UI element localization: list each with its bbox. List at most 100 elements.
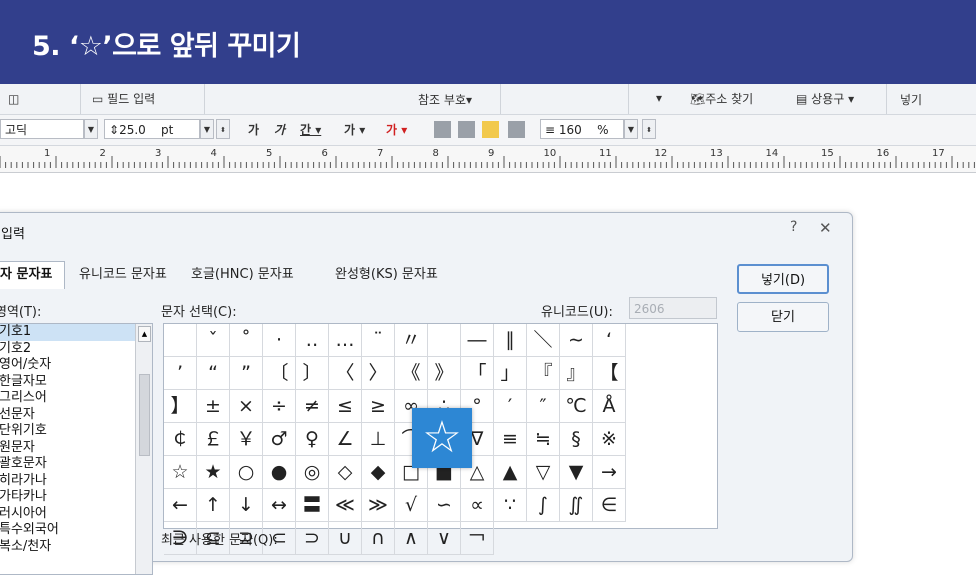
symbol-cell[interactable]: 『	[527, 357, 560, 390]
symbol-cell[interactable]: ∪	[329, 522, 362, 555]
symbol-cell[interactable]: ―	[461, 324, 494, 357]
symbol-cell[interactable]: ≪	[329, 489, 362, 522]
category-item[interactable]: 그리스어	[0, 390, 152, 407]
help-icon[interactable]: ?	[790, 219, 797, 235]
symbol-cell[interactable]: ↓	[230, 489, 263, 522]
symbol-cell[interactable]: ∈	[593, 489, 626, 522]
symbol-cell[interactable]: ­	[428, 324, 461, 357]
symbol-cell[interactable]: 」	[494, 357, 527, 390]
symbol-cell[interactable]: ′	[494, 390, 527, 423]
category-item[interactable]: 영어/숫자	[0, 357, 152, 374]
category-item[interactable]: 러시아어	[0, 506, 152, 523]
symbol-cell[interactable]: “	[197, 357, 230, 390]
tab-unicode[interactable]: 유니코드 문자표	[79, 263, 167, 282]
strike-button[interactable]: 가 ▾	[344, 121, 365, 138]
symbol-cell[interactable]: ‘	[593, 324, 626, 357]
symbol-cell[interactable]: ▽	[527, 456, 560, 489]
symbol-cell[interactable]: ≒	[527, 423, 560, 456]
symbol-cell[interactable]: ∵	[494, 489, 527, 522]
symbol-cell[interactable]: ∼	[560, 324, 593, 357]
symbol-cell[interactable]: ·	[263, 324, 296, 357]
ref-symbol-button[interactable]: 참조 부호▾	[418, 91, 472, 108]
category-item[interactable]: 특수외국어	[0, 522, 152, 539]
line-spacing-field[interactable]: ≡ 160 %	[540, 119, 624, 139]
chartable-dropdown[interactable]: ▾	[656, 91, 662, 105]
address-search-button[interactable]: 🗺주소 찾기	[690, 90, 753, 107]
symbol-cell[interactable]: ″	[527, 390, 560, 423]
symbol-cell[interactable]: ∥	[494, 324, 527, 357]
symbol-cell[interactable]: ℃	[560, 390, 593, 423]
symbol-cell[interactable]: ’	[164, 357, 197, 390]
category-item[interactable]: 히라가나	[0, 473, 152, 490]
symbol-cell[interactable]: ＼	[527, 324, 560, 357]
symbol-cell[interactable]: 〉	[362, 357, 395, 390]
symbol-cell[interactable]: ≡	[494, 423, 527, 456]
symbol-cell[interactable]: §	[560, 423, 593, 456]
category-item[interactable]: 한글자모	[0, 374, 152, 391]
close-button[interactable]: 닫기	[737, 302, 829, 332]
ribbon-icon-left[interactable]: ◫	[8, 92, 19, 106]
line-spacing-spinner[interactable]: ⬍	[642, 119, 656, 139]
category-item[interactable]: 원문자	[0, 440, 152, 457]
symbol-cell[interactable]: …	[329, 324, 362, 357]
category-item[interactable]: 기호2	[0, 341, 152, 358]
symbol-cell[interactable]: ∠	[329, 423, 362, 456]
category-list[interactable]: 기호1 기호2 영어/숫자 한글자모 그리스어 선문자 단위기호 원문자 괄호문자 히라가나 가타카…	[0, 323, 153, 575]
symbol-cell[interactable]: ●	[263, 456, 296, 489]
tab-hnc[interactable]: 호글(HNC) 문자표	[191, 263, 294, 282]
line-spacing-dropdown[interactable]: ▼	[624, 119, 638, 139]
category-item[interactable]: 단위기호	[0, 423, 152, 440]
symbol-cell[interactable]: ‥	[296, 324, 329, 357]
symbol-cell[interactable]: ∨	[428, 522, 461, 555]
scroll-up-icon[interactable]: ▲	[138, 326, 151, 342]
symbol-cell[interactable]: 〃	[395, 324, 428, 357]
unicode-field[interactable]: 2606	[629, 297, 717, 319]
align-right-icon[interactable]	[508, 121, 525, 138]
symbol-cell[interactable]: ♀	[296, 423, 329, 456]
symbol-cell[interactable]: ⊃	[296, 522, 329, 555]
symbol-cell[interactable]: ☆	[164, 456, 197, 489]
symbol-cell[interactable]: ※	[593, 423, 626, 456]
symbol-cell[interactable]: ¨	[362, 324, 395, 357]
symbol-cell[interactable]: ○	[230, 456, 263, 489]
italic-button[interactable]: 가	[274, 121, 285, 138]
symbol-cell[interactable]: ±	[197, 390, 230, 423]
insert-symbol-button[interactable]: 넣기(D)	[737, 264, 829, 294]
phrases-button[interactable]: ▤ 상용구 ▾	[796, 90, 854, 107]
category-scrollbar[interactable]: ▲	[135, 324, 152, 574]
symbol-cell[interactable]: ˚	[230, 324, 263, 357]
symbol-cell[interactable]: 〓	[296, 489, 329, 522]
symbol-cell[interactable]: ∫	[527, 489, 560, 522]
insert-button[interactable]: 넣기	[900, 91, 922, 108]
category-item[interactable]: 선문자	[0, 407, 152, 424]
symbol-cell[interactable]: 》	[428, 357, 461, 390]
symbol-cell[interactable]: →	[593, 456, 626, 489]
symbol-cell[interactable]: ↔	[263, 489, 296, 522]
symbol-cell[interactable]: ★	[197, 456, 230, 489]
symbol-cell[interactable]: 《	[395, 357, 428, 390]
font-color-button[interactable]: 가 ▾	[386, 121, 407, 138]
category-item[interactable]: 복소/천자	[0, 539, 152, 556]
symbol-cell[interactable]: ￡	[197, 423, 230, 456]
symbol-cell[interactable]: ×	[230, 390, 263, 423]
symbol-cell[interactable]: ≤	[329, 390, 362, 423]
underline-button[interactable]: 간 ▾	[300, 121, 321, 138]
tab-user-chartable[interactable]: 자 문자표	[0, 261, 65, 289]
font-name-field[interactable]: 고딕	[0, 119, 84, 139]
category-item[interactable]: 기호1	[0, 324, 152, 341]
symbol-cell[interactable]: ”	[230, 357, 263, 390]
font-dropdown-arrow[interactable]: ▼	[84, 119, 98, 139]
symbol-cell[interactable]: ◆	[362, 456, 395, 489]
symbol-cell[interactable]: 〕	[296, 357, 329, 390]
symbol-cell[interactable]: ▲	[494, 456, 527, 489]
symbol-cell[interactable]: 【	[593, 357, 626, 390]
symbol-cell[interactable]: ∧	[395, 522, 428, 555]
field-input-button[interactable]: ▭ 필드 입력	[92, 90, 155, 107]
symbol-cell[interactable]: ÷	[263, 390, 296, 423]
symbol-cell[interactable]: Å	[593, 390, 626, 423]
symbol-cell[interactable]: ≥	[362, 390, 395, 423]
align-justify-icon[interactable]	[434, 121, 451, 138]
font-size-field[interactable]: ⇕25.0 pt	[104, 119, 200, 139]
symbol-cell[interactable]: √	[395, 489, 428, 522]
symbol-cell[interactable]: ←	[164, 489, 197, 522]
